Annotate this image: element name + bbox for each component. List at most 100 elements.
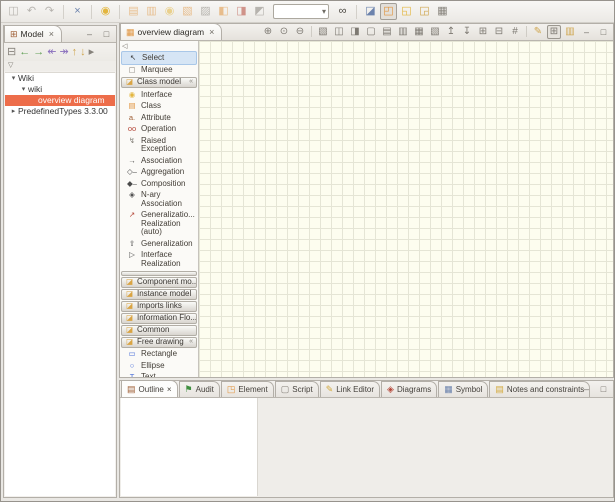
- fit-to-window-icon[interactable]: ▢: [364, 25, 378, 39]
- new-element-icon-6[interactable]: ◧: [215, 3, 232, 20]
- palette-section-common[interactable]: ◪ Common: [121, 325, 197, 336]
- perspective-modeling-icon[interactable]: ◰: [380, 3, 397, 20]
- save-icon[interactable]: ◫: [5, 3, 22, 20]
- copy-icon[interactable]: ▤: [380, 25, 394, 39]
- move-down-icon[interactable]: ↓: [80, 47, 86, 58]
- tree-expanded-icon[interactable]: ▾: [9, 73, 18, 84]
- undo-icon[interactable]: ↶: [23, 3, 40, 20]
- maximize-icon[interactable]: □: [597, 26, 610, 38]
- search-icon[interactable]: ∞: [334, 3, 351, 20]
- zoom-out-icon[interactable]: ⊖: [293, 25, 307, 39]
- palette-item-interface-realization[interactable]: ▷ Interface Realization: [120, 250, 198, 270]
- search-combo[interactable]: ▾: [273, 4, 329, 19]
- redo-icon[interactable]: ↷: [41, 3, 58, 20]
- palette-item-class[interactable]: ▤ Class: [120, 101, 198, 113]
- maximize-icon[interactable]: □: [597, 383, 610, 395]
- minimize-icon[interactable]: –: [580, 26, 593, 38]
- close-icon[interactable]: ×: [209, 27, 214, 37]
- tab-outline[interactable]: ▤ Outline ×: [121, 380, 178, 397]
- palette-item-text[interactable]: T Text: [120, 372, 198, 378]
- zoom-in-icon[interactable]: ⊕: [261, 25, 275, 39]
- zoom-original-icon[interactable]: ⊙: [277, 25, 291, 39]
- palette-item-raised-exception[interactable]: ↯ Raised Exception: [120, 135, 198, 155]
- palette-item-rectangle[interactable]: ▭ Rectangle: [120, 349, 198, 361]
- tab-script[interactable]: ▢ Script: [275, 381, 319, 397]
- tree-expanded-icon[interactable]: ▾: [19, 84, 28, 95]
- move-up-icon[interactable]: ↑: [72, 47, 78, 58]
- palette-item-generalization-realization-auto[interactable]: ↗ Generalizatio... Realization (auto): [120, 210, 198, 239]
- new-element-icon-3[interactable]: ◉: [161, 3, 178, 20]
- new-element-icon-1[interactable]: ▤: [125, 3, 142, 20]
- forward-arrow-icon[interactable]: →: [33, 47, 44, 58]
- pencil-icon[interactable]: ✎: [531, 25, 545, 39]
- palette-item-ellipse[interactable]: ○ Ellipse: [120, 360, 198, 372]
- new-element-icon-5[interactable]: ▨: [197, 3, 214, 20]
- align-horizontal-icon[interactable]: ⊞: [476, 25, 490, 39]
- palette-item-interface[interactable]: ◉ Interface: [120, 89, 198, 101]
- tree-item-wiki-project[interactable]: ▾ Wiki: [5, 73, 115, 84]
- tree-item-wiki-package[interactable]: ▾ wiki: [5, 84, 115, 95]
- perspective-dev-icon[interactable]: ◲: [416, 3, 433, 20]
- palette-tool-select[interactable]: ↖ Select: [121, 51, 197, 65]
- collapse-all-icon[interactable]: ⊟: [7, 47, 16, 58]
- palette-collapse-icon[interactable]: ◁: [120, 42, 198, 51]
- palette-section-imports-links[interactable]: ◪ Imports links: [121, 301, 197, 312]
- paste-icon[interactable]: ▥: [396, 25, 410, 39]
- new-element-icon-8[interactable]: ◩: [251, 3, 268, 20]
- history-forward-icon[interactable]: ↠: [59, 47, 68, 58]
- tab-notes-and-constraints[interactable]: ▤ Notes and constraints: [489, 381, 590, 397]
- new-element-icon-4[interactable]: ▧: [179, 3, 196, 20]
- clipboard-icon[interactable]: ▧: [428, 25, 442, 39]
- delete-icon[interactable]: ×: [69, 3, 86, 20]
- palette-tool-marquee[interactable]: ▢ Marquee: [120, 65, 198, 77]
- minimize-icon[interactable]: –: [580, 383, 593, 395]
- palette-section-free-drawing[interactable]: ◪ Free drawing «: [121, 337, 197, 348]
- tab-model[interactable]: ⊞ Model ×: [4, 25, 62, 42]
- export-image-icon[interactable]: ▧: [316, 25, 330, 39]
- palette-item-composition[interactable]: ◆– Composition: [120, 178, 198, 190]
- tab-audit[interactable]: ⚑ Audit: [179, 381, 220, 397]
- show-grid-icon[interactable]: ⊞: [547, 25, 561, 39]
- duplicate-icon[interactable]: ▦: [412, 25, 426, 39]
- palette-item-nary-association[interactable]: ◈ N-ary Association: [120, 190, 198, 210]
- tab-element[interactable]: ◳ Element: [221, 381, 274, 397]
- send-backward-icon[interactable]: ↧: [460, 25, 474, 39]
- palette-item-operation[interactable]: oo Operation: [120, 124, 198, 136]
- diagram-canvas[interactable]: [199, 41, 613, 377]
- layers-icon[interactable]: ▥: [563, 25, 577, 39]
- palette-item-attribute[interactable]: a. Attribute: [120, 112, 198, 124]
- palette-item-association[interactable]: → Association: [120, 155, 198, 167]
- palette-section-information-flows[interactable]: ◪ Information Flo...: [121, 313, 197, 324]
- tree-item-overview-diagram[interactable]: overview diagram: [5, 95, 115, 106]
- tab-overview-diagram[interactable]: ▦ overview diagram ×: [120, 23, 222, 40]
- pin-icon[interactable]: «: [189, 338, 193, 347]
- maximize-icon[interactable]: □: [100, 28, 113, 40]
- bring-forward-icon[interactable]: ↥: [444, 25, 458, 39]
- tree-item-predefined-types[interactable]: ▸ PredefinedTypes 3.3.00: [5, 106, 115, 117]
- perspective-diagram-icon[interactable]: ◱: [398, 3, 415, 20]
- align-vertical-icon[interactable]: ⊟: [492, 25, 506, 39]
- tab-diagrams[interactable]: ◈ Diagrams: [381, 381, 437, 397]
- palette-item-generalization[interactable]: ⇧ Generalization: [120, 238, 198, 250]
- tree-collapsed-icon[interactable]: ▸: [9, 106, 18, 117]
- palette-section-component-model[interactable]: ◪ Component mo...: [121, 277, 197, 288]
- palette-section-clipped[interactable]: [121, 271, 197, 276]
- palette-section-class-model[interactable]: ◪ Class model «: [121, 77, 197, 88]
- back-arrow-icon[interactable]: ←: [19, 47, 30, 58]
- new-element-icon-7[interactable]: ◨: [233, 3, 250, 20]
- palette-section-instance-model[interactable]: ◪ Instance model: [121, 289, 197, 300]
- print-icon[interactable]: ◨: [348, 25, 362, 39]
- details-view-icon[interactable]: ▦: [434, 3, 451, 20]
- pin-icon[interactable]: «: [189, 78, 193, 87]
- close-icon[interactable]: ×: [167, 385, 172, 394]
- snap-grid-icon[interactable]: #: [508, 25, 522, 39]
- minimize-icon[interactable]: –: [83, 28, 96, 40]
- clipped-toolbar-icon[interactable]: ▸: [89, 47, 95, 58]
- view-menu-icon[interactable]: ▽: [4, 61, 116, 71]
- tab-link-editor[interactable]: ✎ Link Editor: [320, 381, 380, 397]
- lightbulb-icon[interactable]: ◉: [97, 3, 114, 20]
- save-diagram-icon[interactable]: ◫: [332, 25, 346, 39]
- new-element-icon-2[interactable]: ▥: [143, 3, 160, 20]
- history-back-icon[interactable]: ↞: [47, 47, 56, 58]
- open-folder-icon[interactable]: ◪: [362, 3, 379, 20]
